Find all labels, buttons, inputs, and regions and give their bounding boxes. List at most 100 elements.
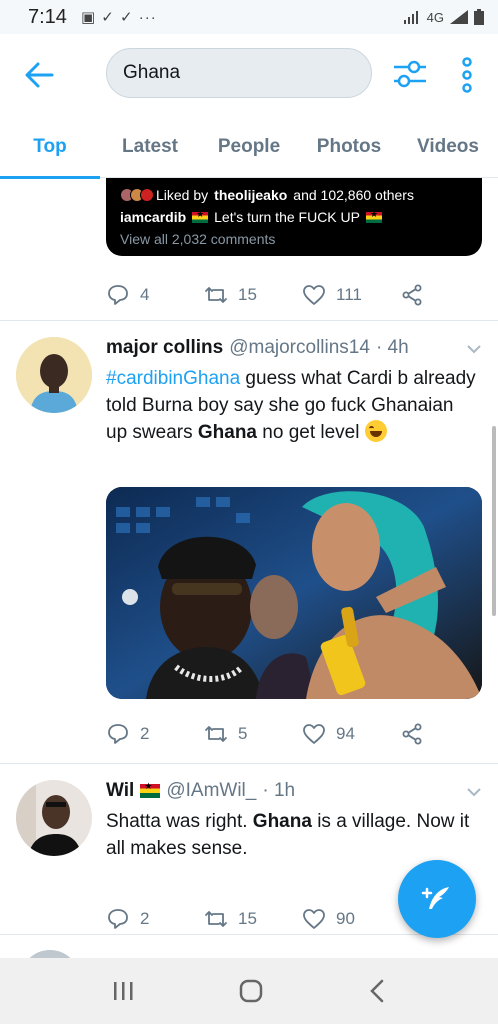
- notification-icons: ▣ ✓ ✓ ···: [80, 9, 157, 26]
- hashtag-link[interactable]: #cardibinGhana: [106, 368, 240, 389]
- search-tabs: Top Latest People Photos Videos: [0, 116, 498, 179]
- like-button[interactable]: 90: [302, 907, 400, 931]
- retweet-button[interactable]: 15: [204, 907, 302, 931]
- reply-count: 2: [140, 909, 150, 928]
- like-count: 111: [336, 285, 362, 304]
- reply-button[interactable]: 2: [106, 907, 204, 931]
- network-type: 4G: [426, 9, 444, 25]
- system-navigation-bar: [0, 958, 498, 1024]
- avatar[interactable]: [16, 780, 92, 856]
- retweet-button[interactable]: 5: [204, 722, 302, 746]
- recent-apps-icon[interactable]: [111, 980, 135, 1002]
- chevron-down-icon[interactable]: [464, 339, 484, 359]
- compose-feather-icon: [421, 887, 449, 909]
- embedded-media-card[interactable]: Liked by theolijeako and 102,860 others …: [106, 178, 482, 256]
- reply-button[interactable]: 4: [106, 283, 204, 307]
- share-icon: [402, 723, 422, 745]
- tweet-photo[interactable]: [106, 487, 482, 699]
- back-nav-icon[interactable]: [367, 978, 387, 1004]
- liked-by-line: Liked by theolijeako and 102,860 others: [120, 184, 468, 206]
- tweet-actions: 4 15 111: [106, 280, 426, 310]
- heart-icon: [303, 909, 325, 929]
- share-button[interactable]: [400, 283, 424, 307]
- caption-user: iamcardib: [120, 209, 187, 225]
- avatar-major-collins: [16, 337, 92, 413]
- system-icons: 4G: [403, 9, 484, 25]
- tweet-time: · 1h: [262, 780, 296, 801]
- share-button[interactable]: [400, 722, 424, 746]
- back-arrow-icon[interactable]: [22, 58, 56, 92]
- tab-videos[interactable]: Videos: [404, 116, 492, 178]
- retweet-icon: [205, 726, 227, 742]
- tweet-header: Wil @IAmWil_ · 1h: [106, 780, 295, 802]
- tweet-text-part: Shatta was right.: [106, 811, 253, 832]
- search-term-highlight: Ghana: [252, 811, 312, 832]
- caption-line: iamcardib Let's turn the FUCK UP: [120, 206, 468, 228]
- more-options-icon[interactable]: [456, 56, 478, 94]
- share-icon: [402, 284, 422, 306]
- like-button[interactable]: 111: [302, 283, 400, 307]
- user-handle[interactable]: @majorcollins14: [229, 337, 370, 359]
- reply-icon: [108, 909, 128, 929]
- signal-icon: [450, 10, 468, 24]
- liked-by-user: theolijeako: [214, 187, 288, 203]
- tweet-text-part: no get level: [257, 422, 365, 443]
- view-comments: View all 2,032 comments: [120, 231, 276, 247]
- retweet-icon: [205, 911, 227, 927]
- reply-button[interactable]: 2: [106, 722, 204, 746]
- retweet-count: 5: [238, 724, 248, 743]
- tab-photos[interactable]: Photos: [304, 116, 394, 178]
- filter-icon[interactable]: [392, 58, 428, 90]
- tweet-header: major collins @majorcollins14 · 4h: [106, 337, 409, 359]
- ghana-flag-icon: [140, 781, 161, 798]
- user-handle[interactable]: @IAmWil_: [166, 780, 256, 802]
- tab-people[interactable]: People: [204, 116, 294, 178]
- scrollbar[interactable]: [492, 426, 496, 616]
- like-count: 94: [336, 724, 355, 743]
- search-header: Ghana: [0, 34, 498, 116]
- avatar[interactable]: [20, 950, 80, 958]
- chevron-down-icon[interactable]: [464, 782, 484, 802]
- liker-avatars: [120, 188, 154, 202]
- tweet-text: #cardibinGhana guess what Cardi b alread…: [106, 365, 478, 446]
- liked-by-suffix: and 102,860 others: [293, 187, 414, 203]
- search-input[interactable]: Ghana: [106, 48, 372, 98]
- wifi-icon: [403, 11, 418, 24]
- photo-image: [106, 487, 482, 699]
- battery-icon: [474, 9, 484, 25]
- laughing-emoji-icon: [364, 420, 387, 442]
- like-button[interactable]: 94: [302, 722, 400, 746]
- display-name[interactable]: major collins: [106, 337, 223, 359]
- tab-top[interactable]: Top: [0, 116, 100, 179]
- search-query: Ghana: [123, 62, 181, 83]
- ghana-flag-icon: [192, 209, 209, 223]
- compose-tweet-button[interactable]: [398, 860, 476, 938]
- status-bar: 7:14 ▣ ✓ ✓ ··· 4G: [0, 0, 498, 34]
- tweet-actions: 2 15 90: [106, 904, 426, 934]
- home-icon[interactable]: [238, 978, 264, 1004]
- retweet-count: 15: [238, 909, 257, 928]
- search-term-highlight: Ghana: [197, 422, 257, 443]
- avatar[interactable]: [16, 337, 92, 413]
- retweet-button[interactable]: 15: [204, 283, 302, 307]
- caption-text: Let's turn the FUCK UP: [214, 209, 360, 225]
- search-results-feed[interactable]: Liked by theolijeako and 102,860 others …: [0, 178, 498, 958]
- reply-count: 2: [140, 724, 150, 743]
- reply-count: 4: [140, 285, 150, 304]
- tab-latest[interactable]: Latest: [104, 116, 196, 178]
- tweet-card[interactable]: major collins @majorcollins14 · 4h #card…: [0, 321, 498, 761]
- heart-icon: [303, 724, 325, 744]
- status-time: 7:14: [28, 5, 67, 28]
- heart-icon: [303, 285, 325, 305]
- tweet-actions: 2 5 94: [106, 719, 426, 749]
- liked-by-prefix: Liked by: [156, 187, 209, 203]
- retweet-count: 15: [238, 285, 257, 304]
- reply-icon: [108, 285, 128, 305]
- avatar-wil: [16, 780, 92, 856]
- display-name[interactable]: Wil: [106, 780, 134, 802]
- reply-icon: [108, 724, 128, 744]
- tweet-time: · 4h: [375, 337, 409, 358]
- retweet-icon: [205, 287, 227, 303]
- tweet-text: Shatta was right. Ghana is a village. No…: [106, 808, 478, 862]
- like-count: 90: [336, 909, 355, 928]
